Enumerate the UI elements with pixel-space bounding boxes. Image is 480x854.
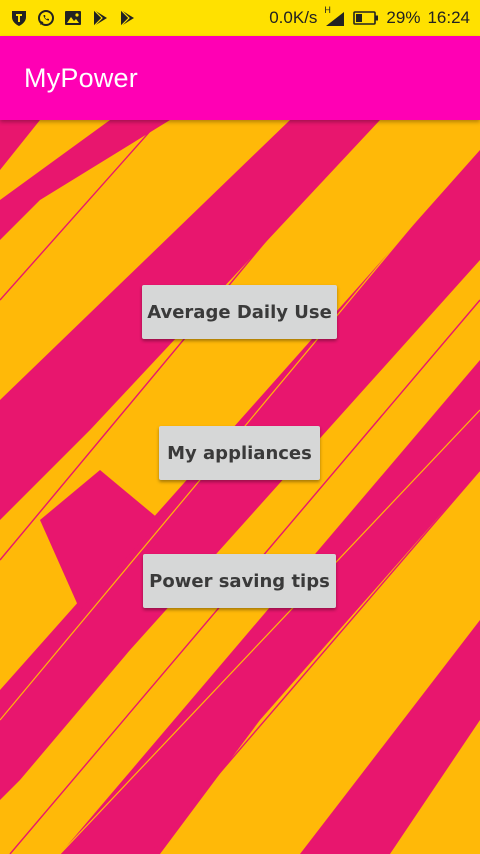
average-daily-use-button[interactable]: Average Daily Use	[142, 285, 337, 339]
image-icon	[64, 9, 82, 27]
network-type-label: H	[324, 5, 331, 15]
notification-icons	[10, 9, 136, 27]
app-bar: MyPower	[0, 36, 480, 120]
network-speed: 0.0K/s	[269, 8, 318, 27]
clock: 16:24	[427, 8, 470, 27]
whatsapp-icon	[37, 9, 55, 27]
app-title: MyPower	[24, 62, 138, 93]
battery-icon	[353, 9, 379, 27]
play-store-icon	[118, 9, 136, 27]
status-bar: 0.0K/s H 29% 16:24	[0, 0, 480, 36]
my-appliances-button[interactable]: My appliances	[159, 426, 320, 480]
play-store-icon	[91, 9, 109, 27]
signal-icon: H	[324, 5, 346, 27]
power-saving-tips-button[interactable]: Power saving tips	[143, 554, 336, 608]
system-indicators: 0.0K/s H 29% 16:24	[269, 5, 470, 28]
main-content: Average Daily Use My appliances Power sa…	[0, 120, 480, 854]
battery-percent: 29%	[386, 8, 421, 27]
vpn-shield-icon	[10, 9, 28, 27]
